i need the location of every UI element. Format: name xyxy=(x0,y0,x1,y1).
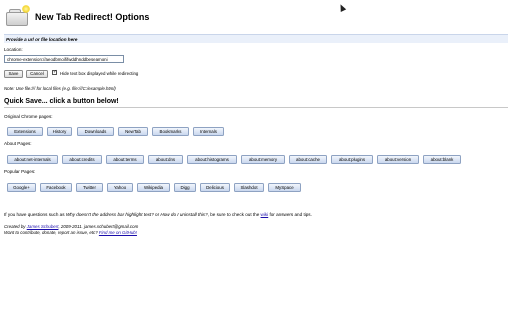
help-suffix: for answers and tips. xyxy=(268,212,312,217)
quick-button-about-net-internals[interactable]: about:net-internals xyxy=(7,155,58,164)
quick-button-about-dns[interactable]: about:dns xyxy=(148,155,183,164)
quick-button-internals[interactable]: Internals xyxy=(193,127,224,136)
quick-button-digg[interactable]: Digg xyxy=(174,183,196,192)
quick-button-google[interactable]: Google+ xyxy=(7,183,36,192)
quick-button-about-memory[interactable]: about:memory xyxy=(241,155,285,164)
help-prefix: If you have questions such as xyxy=(4,212,66,217)
credits-suffix: , 2009-2011. james.schubert@gmail.com xyxy=(58,224,139,229)
author-link[interactable]: James Schubert xyxy=(27,224,59,229)
quick-button-about-terms[interactable]: about:terms xyxy=(106,155,144,164)
divider xyxy=(4,107,508,108)
help-question-2: How do I uninstall this? xyxy=(160,212,208,217)
quick-button-newtab[interactable]: NewTab xyxy=(118,127,148,136)
quick-button-facebook[interactable]: Facebook xyxy=(40,183,72,192)
contribute-line: Want to contribute, donate, report an is… xyxy=(4,230,137,235)
help-question-1: Why doesn't the address bar highlight te… xyxy=(65,212,154,217)
quick-button-delicious[interactable]: Delicious xyxy=(200,183,230,192)
chrome-pages-label: Original Chrome pages: xyxy=(4,114,53,119)
quick-button-about-plugins[interactable]: about:plugins xyxy=(331,155,373,164)
quick-button-extensions[interactable]: Extensions xyxy=(7,127,43,136)
quick-button-wikipedia[interactable]: Wikipedia xyxy=(137,183,170,192)
hide-text-label: Hide text box displayed while redirectin… xyxy=(60,71,139,76)
about-pages-label: About Pages: xyxy=(4,141,32,146)
save-button[interactable]: Save xyxy=(4,70,23,78)
quick-button-bookmarks[interactable]: Bookmarks xyxy=(152,127,189,136)
cancel-button[interactable]: Cancel xyxy=(26,70,48,78)
location-input[interactable] xyxy=(4,55,124,63)
section-heading: Provide a url or file location here xyxy=(6,36,78,42)
quick-button-history[interactable]: History xyxy=(47,127,72,136)
help-text: If you have questions such as Why doesn'… xyxy=(4,212,312,217)
new-tab-star-icon xyxy=(6,5,30,26)
hide-text-checkbox[interactable] xyxy=(52,69,57,75)
section-heading-bar: Provide a url or file location here xyxy=(4,34,508,43)
quick-button-twitter[interactable]: Twitter xyxy=(76,183,103,192)
quick-button-downloads[interactable]: Downloads xyxy=(77,127,114,136)
quick-button-yahoo[interactable]: Yahoo xyxy=(107,183,133,192)
file-note: Note: Use file:/// for local files (e.g.… xyxy=(4,86,116,91)
help-mid: , be sure to check out the xyxy=(207,212,261,217)
credits-prefix: Created by xyxy=(4,224,27,229)
location-label: Location: xyxy=(4,47,23,52)
quick-button-about-credits[interactable]: about:credits xyxy=(62,155,102,164)
page-title: New Tab Redirect! Options xyxy=(35,12,150,22)
quick-button-about-blank[interactable]: about:blank xyxy=(423,155,461,164)
credits-line: Created by James Schubert, 2009-2011. ja… xyxy=(4,224,138,229)
quick-save-title: Quick Save... click a button below! xyxy=(4,98,119,105)
popular-pages-label: Popular Pages: xyxy=(4,169,36,174)
contribute-prefix: Want to contribute, donate, report an is… xyxy=(4,230,99,235)
options-header: New Tab Redirect! Options xyxy=(4,4,508,30)
quick-button-about-cache[interactable]: about:cache xyxy=(289,155,327,164)
github-link[interactable]: Find me on GitHub! xyxy=(99,230,137,235)
quick-button-about-version[interactable]: about:version xyxy=(377,155,419,164)
quick-button-myspace[interactable]: MySpace xyxy=(268,183,301,192)
quick-button-about-histograms[interactable]: about:histograms xyxy=(187,155,237,164)
quick-button-slashdot[interactable]: Slashdot xyxy=(234,183,264,192)
